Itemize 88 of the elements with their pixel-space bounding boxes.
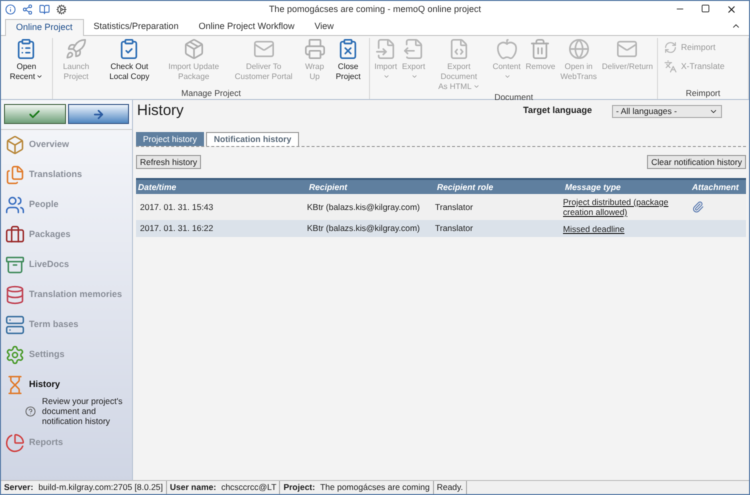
ribbon-tab[interactable]: Online Project bbox=[5, 19, 84, 36]
message-type-link[interactable]: Missed deadline bbox=[563, 224, 690, 234]
close-icon[interactable] bbox=[726, 4, 737, 15]
column-header[interactable]: Attachment bbox=[690, 180, 746, 194]
check-icon bbox=[28, 108, 42, 120]
trash-icon bbox=[529, 38, 552, 60]
translate-icon bbox=[664, 60, 678, 73]
briefcase-icon bbox=[5, 225, 25, 245]
ribbon-tab[interactable]: Online Project Workflow bbox=[188, 18, 304, 35]
table-cell-text: KBtr (balazs.kis@kilgray.com) bbox=[307, 222, 421, 235]
caret-icon bbox=[504, 73, 511, 80]
status-value: chcsccrcc@LT bbox=[221, 481, 276, 494]
go-button[interactable] bbox=[68, 104, 129, 124]
ribbon-button[interactable]: Close Project bbox=[328, 38, 368, 84]
app-icon bbox=[5, 4, 16, 15]
ribbon-group-label: Manage Project bbox=[181, 88, 241, 98]
window-title: The pomogácses are coming - memoQ online project bbox=[268, 2, 482, 16]
ribbon-button[interactable]: Open Recent bbox=[3, 38, 50, 84]
sidebar-item[interactable]: Overview bbox=[1, 130, 132, 160]
column-header[interactable]: Date/time bbox=[136, 180, 307, 194]
status-label: Project: bbox=[283, 481, 316, 494]
globe-icon bbox=[568, 38, 590, 60]
settings-icon bbox=[5, 345, 25, 365]
table-cell-text: 2017. 01. 31. 16:22 bbox=[139, 222, 214, 235]
table-row[interactable]: 2017. 01. 31. 16:22 KBtr (balazs.kis@kilgray.com) Translator Missed deadline bbox=[136, 220, 746, 237]
ribbon-button[interactable]: Check Out Local Copy bbox=[98, 38, 160, 84]
sidebar-item[interactable]: LiveDocs bbox=[1, 250, 132, 280]
database-icon bbox=[5, 315, 25, 335]
box-icon bbox=[182, 38, 205, 60]
caret-icon bbox=[410, 73, 418, 80]
target-language-label: Target language bbox=[523, 104, 592, 118]
attachment-icon[interactable] bbox=[692, 201, 704, 213]
fruit-icon bbox=[496, 38, 518, 60]
sidebar-item[interactable]: Reports bbox=[1, 428, 132, 458]
accept-button[interactable] bbox=[4, 104, 66, 124]
caret-icon bbox=[472, 83, 480, 90]
people-icon bbox=[5, 195, 25, 215]
sidebar-item[interactable]: Settings bbox=[1, 340, 132, 370]
caret-icon bbox=[36, 73, 44, 80]
cabinet-icon bbox=[5, 255, 25, 275]
rocket-icon bbox=[65, 38, 88, 60]
help-icon[interactable] bbox=[25, 406, 36, 416]
column-header[interactable]: Recipient role bbox=[435, 180, 563, 194]
column-header[interactable]: Message type bbox=[563, 180, 690, 194]
target-language-dropdown[interactable]: - All languages - bbox=[612, 104, 722, 118]
printer-icon bbox=[304, 38, 326, 60]
book-icon[interactable] bbox=[39, 4, 50, 15]
column-header[interactable]: Recipient bbox=[307, 180, 435, 194]
page-title: History bbox=[137, 100, 184, 121]
ribbon-group-label: Reimport bbox=[686, 88, 720, 98]
status-value: The pomogácses are coming bbox=[320, 481, 430, 494]
settings-icon[interactable] bbox=[56, 4, 67, 15]
ribbon-tab[interactable]: View bbox=[304, 18, 344, 35]
maximize-icon[interactable] bbox=[701, 4, 710, 13]
arrow-icon bbox=[92, 108, 105, 120]
status-label: User name: bbox=[170, 481, 216, 494]
database-icon bbox=[5, 285, 25, 305]
status-label: Server: bbox=[4, 481, 34, 494]
message-type-link[interactable]: Project distributed (package creation allowed) bbox=[563, 197, 690, 217]
refresh-icon bbox=[664, 41, 678, 54]
table-cell-text: 2017. 01. 31. 15:43 bbox=[139, 200, 214, 214]
sidebar-item[interactable]: Translations bbox=[1, 160, 132, 190]
table-cell-text: KBtr (balazs.kis@kilgray.com) bbox=[307, 200, 421, 214]
sidebar-item[interactable]: People bbox=[1, 190, 132, 220]
envelope-icon bbox=[252, 38, 275, 60]
table-cell-text: Translator bbox=[435, 222, 474, 235]
pie-chart-icon bbox=[5, 433, 25, 453]
status-value: build-m.kilgray.com:2705 [8.0.25] bbox=[38, 481, 163, 494]
documents-icon bbox=[5, 165, 25, 185]
sidebar-item[interactable]: Term bases bbox=[1, 310, 132, 340]
document-icon bbox=[402, 38, 425, 60]
sidebar-item[interactable]: Packages bbox=[1, 220, 132, 250]
refresh-history-button[interactable]: Refresh history bbox=[136, 155, 202, 169]
caret-icon bbox=[382, 73, 390, 80]
table-row[interactable]: 2017. 01. 31. 15:43 KBtr (balazs.kis@kilgray.com) Translator Project distributed (package creation allowed) bbox=[136, 194, 746, 220]
envelope-icon bbox=[616, 38, 638, 60]
clear-notification-history-button[interactable]: Clear notification history bbox=[647, 155, 746, 169]
box-icon bbox=[5, 135, 25, 155]
table-cell-text: Translator bbox=[435, 200, 474, 214]
ribbon-tab[interactable]: Statistics/Preparation bbox=[84, 18, 189, 35]
status-value: Ready. bbox=[436, 481, 464, 494]
ribbon-group-label: Document bbox=[494, 92, 534, 102]
share-icon[interactable] bbox=[22, 4, 33, 15]
tab[interactable]: Notification history bbox=[206, 132, 300, 146]
tab[interactable]: Project history bbox=[136, 132, 204, 146]
sidebar-item-description: Review your project's document and notification history bbox=[42, 396, 124, 426]
document-icon bbox=[374, 38, 397, 60]
sidebar-item[interactable]: Translation memories bbox=[1, 280, 132, 310]
